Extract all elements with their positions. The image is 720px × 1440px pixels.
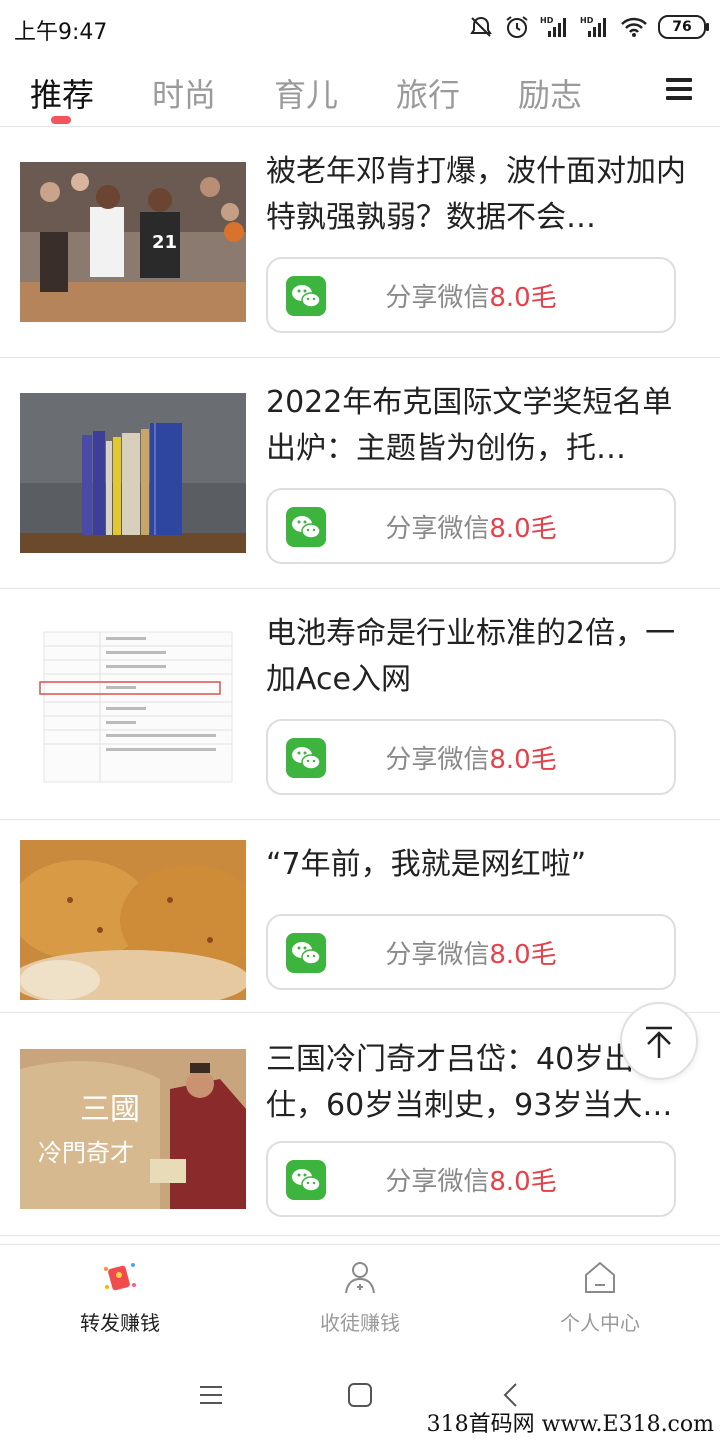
article-thumbnail <box>20 393 246 553</box>
category-tabs: 推荐 时尚 育儿 旅行 励志 <box>0 56 720 127</box>
nav-forward-earn[interactable]: 转发赚钱 <box>0 1245 240 1345</box>
svg-text:HD: HD <box>580 16 594 25</box>
nav-label: 转发赚钱 <box>80 1311 160 1335</box>
share-amount: 8.0毛 <box>489 1167 557 1197</box>
active-tab-indicator <box>51 116 71 124</box>
thumb-calligraphy-1: 三國 <box>80 1092 140 1127</box>
alarm-icon <box>504 14 530 40</box>
share-label: 分享微信 <box>385 1167 490 1197</box>
tab-travel[interactable]: 旅行 <box>396 70 460 116</box>
status-bar: 上午9:47 HD HD 76 <box>0 0 720 56</box>
tab-recommend[interactable]: 推荐 <box>30 70 94 116</box>
share-label: 分享微信 <box>385 745 490 775</box>
article-thumbnail <box>20 840 246 1000</box>
red-envelope-icon <box>102 1259 138 1295</box>
arrow-up-icon <box>646 1026 672 1058</box>
article-title[interactable]: “7年前，我就是网红啦” <box>266 842 686 888</box>
system-navigation-bar: 318首码网 www.E318.com <box>0 1345 720 1440</box>
share-amount: 8.0毛 <box>489 940 557 970</box>
article-item[interactable]: 电池寿命是行业标准的2倍，一加Ace入网 分享微信8.0毛 <box>0 589 720 820</box>
share-wechat-button[interactable]: 分享微信8.0毛 <box>266 1141 676 1217</box>
menu-icon[interactable] <box>666 78 692 102</box>
article-thumbnail <box>20 624 246 784</box>
share-label: 分享微信 <box>385 940 490 970</box>
share-wechat-button[interactable]: 分享微信8.0毛 <box>266 257 676 333</box>
svg-text:HD: HD <box>540 16 554 25</box>
article-title[interactable]: 2022年布克国际文学奖短名单出炉：主题皆为创伤，托… <box>266 380 686 472</box>
bottom-navigation: 转发赚钱 收徒赚钱 个人中心 <box>0 1244 720 1345</box>
signal-icon-2: HD <box>580 15 610 39</box>
menu-lines-icon[interactable] <box>196 1380 226 1410</box>
share-wechat-button[interactable]: 分享微信8.0毛 <box>266 488 676 564</box>
article-thumbnail: 21 <box>20 162 246 322</box>
user-add-icon <box>342 1259 378 1295</box>
wifi-icon <box>620 16 648 38</box>
status-time: 上午9:47 <box>14 20 108 45</box>
thumb-calligraphy-2: 冷門奇才 <box>38 1139 134 1167</box>
article-title[interactable]: 被老年邓肯打爆，波什面对加内特孰强孰弱？数据不会… <box>266 149 686 241</box>
share-amount: 8.0毛 <box>489 283 557 313</box>
article-thumbnail: 三國 冷門奇才 <box>20 1049 246 1209</box>
share-wechat-button[interactable]: 分享微信8.0毛 <box>266 914 676 990</box>
article-item[interactable]: 21 被老年邓肯打爆，波什面对加内特孰强孰弱？数据不会… 分享微信8.0毛 <box>0 127 720 358</box>
share-label: 分享微信 <box>385 283 490 313</box>
share-amount: 8.0毛 <box>489 514 557 544</box>
nav-label: 收徒赚钱 <box>320 1311 400 1335</box>
status-icons: HD HD 76 <box>468 12 709 42</box>
battery-icon: 76 <box>658 15 709 39</box>
home-square-icon[interactable] <box>345 1380 375 1410</box>
home-icon <box>582 1259 618 1295</box>
mute-icon <box>468 14 494 40</box>
svg-text:21: 21 <box>152 232 177 253</box>
nav-recruit-earn[interactable]: 收徒赚钱 <box>240 1245 480 1345</box>
share-amount: 8.0毛 <box>489 745 557 775</box>
article-item[interactable]: 三國 冷門奇才 三国冷门奇才吕岱：40岁出仕，60岁当刺史，93岁当大… 分享微… <box>0 1013 720 1236</box>
watermark: 318首码网 www.E318.com <box>426 1412 714 1437</box>
share-label: 分享微信 <box>385 514 490 544</box>
tab-inspiration[interactable]: 励志 <box>518 70 582 116</box>
tab-parenting[interactable]: 育儿 <box>274 70 338 116</box>
article-feed: 21 被老年邓肯打爆，波什面对加内特孰强孰弱？数据不会… 分享微信8.0毛 20… <box>0 127 720 1236</box>
share-wechat-button[interactable]: 分享微信8.0毛 <box>266 719 676 795</box>
article-title[interactable]: 电池寿命是行业标准的2倍，一加Ace入网 <box>266 611 686 703</box>
nav-label: 个人中心 <box>560 1311 640 1335</box>
article-item[interactable]: “7年前，我就是网红啦” 分享微信8.0毛 <box>0 820 720 1013</box>
article-item[interactable]: 2022年布克国际文学奖短名单出炉：主题皆为创伤，托… 分享微信8.0毛 <box>0 358 720 589</box>
back-to-top-button[interactable] <box>620 1002 698 1080</box>
tab-fashion[interactable]: 时尚 <box>152 70 216 116</box>
nav-personal-center[interactable]: 个人中心 <box>480 1245 720 1345</box>
signal-icon-1: HD <box>540 15 570 39</box>
